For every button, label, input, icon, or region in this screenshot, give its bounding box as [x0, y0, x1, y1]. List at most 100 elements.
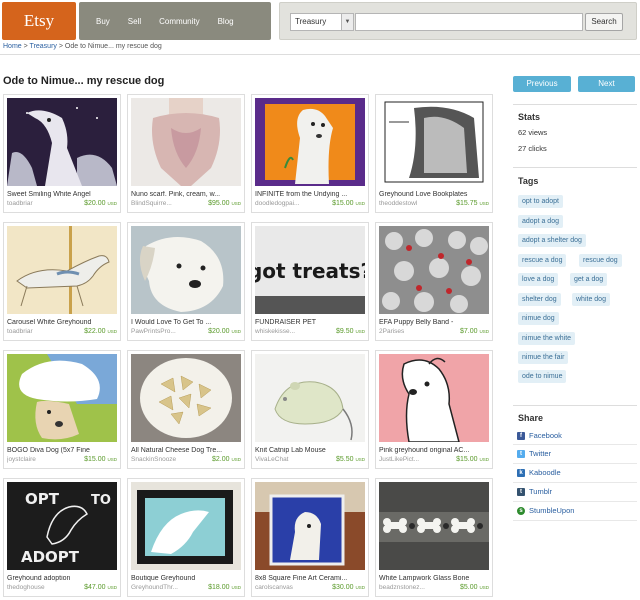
listing-thumbnail[interactable] — [379, 226, 489, 314]
listing-thumbnail[interactable] — [131, 354, 241, 442]
share-stumbleupon[interactable]: s StumbleUpon — [517, 506, 637, 516]
tag[interactable]: get a dog — [570, 273, 608, 286]
tag[interactable]: adopt a shelter dog — [518, 234, 586, 247]
listing-shop[interactable]: SnackinSnooze — [131, 456, 191, 463]
nav-buy[interactable]: Buy — [79, 17, 119, 26]
tag[interactable]: opt to adopt — [518, 195, 563, 208]
listing-card[interactable]: OPT TO ADOPT Greyhound adoption thedogho… — [3, 478, 121, 597]
search-category-select[interactable]: Treasury ▼ — [290, 13, 354, 31]
search-button[interactable]: Search — [585, 13, 623, 31]
listing-card[interactable]: Greyhound Love Bookplates theoddestowl $… — [375, 94, 493, 213]
listing-thumbnail[interactable] — [131, 482, 241, 570]
listing-shop[interactable]: toadbriar — [7, 200, 67, 207]
listing-title[interactable]: FUNDRAISER PET — [255, 319, 367, 326]
breadcrumb-treasury[interactable]: Treasury — [30, 43, 57, 50]
chevron-down-icon[interactable]: ▼ — [341, 14, 353, 30]
listing-title[interactable]: Greyhound adoption — [7, 575, 119, 582]
listing-card[interactable]: BOGO Diva Dog (5x7 Fine joystclaire $15.… — [3, 350, 121, 469]
listing-title[interactable]: BOGO Diva Dog (5x7 Fine — [7, 447, 119, 454]
listing-thumbnail[interactable]: got treats? — [255, 226, 365, 314]
listing-card[interactable]: got treats? FUNDRAISER PET whiskekisse..… — [251, 222, 369, 341]
listing-thumbnail[interactable] — [7, 98, 117, 186]
listing-card[interactable]: Carousel White Greyhound toadbriar $22.0… — [3, 222, 121, 341]
listing-title[interactable]: EFA Puppy Belly Band - — [379, 319, 491, 326]
listing-title[interactable]: Pink greyhound original AC... — [379, 447, 491, 454]
listing-shop[interactable]: theoddestowl — [379, 200, 439, 207]
listing-title[interactable]: INFINITE from the Undying ... — [255, 191, 367, 198]
listing-title[interactable]: Boutique Greyhound — [131, 575, 243, 582]
listing-title[interactable]: 8x8 Square Fine Art Cerami... — [255, 575, 367, 582]
share-facebook[interactable]: f Facebook — [517, 431, 637, 441]
tag[interactable]: adopt a dog — [518, 215, 563, 228]
next-button[interactable]: Next — [578, 76, 635, 92]
listing-card[interactable]: 8x8 Square Fine Art Cerami... carolscanv… — [251, 478, 369, 597]
tag[interactable]: love a dog — [518, 273, 559, 286]
share-tumblr[interactable]: t Tumblr — [517, 487, 637, 497]
listing-thumbnail[interactable] — [255, 354, 365, 442]
listing-thumbnail[interactable] — [255, 482, 365, 570]
share-twitter[interactable]: t Twitter — [517, 449, 637, 459]
tag[interactable]: shelter dog — [518, 293, 561, 306]
listing-thumbnail[interactable] — [379, 98, 489, 186]
listing-title[interactable]: Nuno scarf. Pink, cream, w... — [131, 191, 243, 198]
listing-shop[interactable]: GreyhoundThr... — [131, 584, 191, 591]
listing-card[interactable]: All Natural Cheese Dog Tre... SnackinSno… — [127, 350, 245, 469]
listing-thumbnail[interactable] — [7, 226, 117, 314]
listing-thumbnail[interactable]: OPT TO ADOPT — [7, 482, 117, 570]
listing-shop[interactable]: joystclaire — [7, 456, 67, 463]
tags-heading: Tags — [518, 176, 539, 186]
listing-thumbnail[interactable] — [379, 482, 489, 570]
tumblr-icon: t — [517, 488, 525, 497]
listing-title[interactable]: Knit Catnip Lab Mouse — [255, 447, 367, 454]
listing-card[interactable]: I Would Love To Get To ... PawPrintsPro.… — [127, 222, 245, 341]
listing-card[interactable]: Sweet Smiling White Angel toadbriar $20.… — [3, 94, 121, 213]
nav-blog[interactable]: Blog — [209, 17, 243, 26]
listing-thumbnail[interactable] — [255, 98, 365, 186]
listing-shop[interactable]: 2Parises — [379, 328, 439, 335]
listing-shop[interactable]: doodledogpai... — [255, 200, 315, 207]
listing-title[interactable]: I Would Love To Get To ... — [131, 319, 243, 326]
listing-thumbnail[interactable] — [131, 98, 241, 186]
tag[interactable]: nimue the fair — [518, 351, 569, 364]
tag[interactable]: rescue a dog — [518, 254, 567, 267]
listing-card[interactable]: White Lampwork Glass Bone beadznstonez..… — [375, 478, 493, 597]
listing-shop[interactable]: PawPrintsPro... — [131, 328, 191, 335]
previous-button[interactable]: Previous — [513, 76, 571, 92]
tag[interactable]: rescue dog — [579, 254, 622, 267]
nav-community[interactable]: Community — [150, 17, 208, 26]
nav-sell[interactable]: Sell — [119, 17, 150, 26]
listing-card[interactable]: Boutique Greyhound GreyhoundThr... $18.0… — [127, 478, 245, 597]
listing-shop[interactable]: VivaLeChat — [255, 456, 315, 463]
listing-title[interactable]: Sweet Smiling White Angel — [7, 191, 119, 198]
etsy-logo[interactable]: Etsy — [2, 2, 76, 40]
listing-title[interactable]: All Natural Cheese Dog Tre... — [131, 447, 243, 454]
listing-price: $15.75 USD — [456, 200, 489, 207]
listing-card[interactable]: Pink greyhound original AC... JustLikePi… — [375, 350, 493, 469]
listing-shop[interactable]: whiskekisse... — [255, 328, 315, 335]
listing-card[interactable]: Nuno scarf. Pink, cream, w... BlindSquir… — [127, 94, 245, 213]
listing-title[interactable]: White Lampwork Glass Bone — [379, 575, 491, 582]
listing-shop[interactable]: BlindSquirre... — [131, 200, 191, 207]
listing-shop[interactable]: beadznstonez... — [379, 584, 439, 591]
clicks-count: 27 clicks — [518, 144, 547, 153]
listing-card[interactable]: EFA Puppy Belly Band - 2Parises $7.00 US… — [375, 222, 493, 341]
listing-card[interactable]: INFINITE from the Undying ... doodledogp… — [251, 94, 369, 213]
search-input[interactable] — [355, 13, 583, 31]
tag[interactable]: nimue dog — [518, 312, 559, 325]
listing-card[interactable]: Knit Catnip Lab Mouse VivaLeChat $5.50 U… — [251, 350, 369, 469]
listing-shop[interactable]: toadbriar — [7, 328, 67, 335]
listing-title[interactable]: Greyhound Love Bookplates — [379, 191, 491, 198]
tag[interactable]: ode to nimue — [518, 370, 567, 383]
listing-thumbnail[interactable] — [131, 226, 241, 314]
listing-shop[interactable]: JustLikePict... — [379, 456, 439, 463]
tag[interactable]: nimue the white — [518, 332, 576, 345]
divider — [513, 482, 637, 483]
listing-thumbnail[interactable] — [379, 354, 489, 442]
breadcrumb-home[interactable]: Home — [3, 43, 22, 50]
listing-shop[interactable]: thedoghouse — [7, 584, 67, 591]
tag[interactable]: white dog — [572, 293, 610, 306]
listing-title[interactable]: Carousel White Greyhound — [7, 319, 119, 326]
listing-thumbnail[interactable] — [7, 354, 117, 442]
share-kaboodle[interactable]: k Kaboodle — [517, 468, 637, 478]
listing-shop[interactable]: carolscanvas — [255, 584, 315, 591]
